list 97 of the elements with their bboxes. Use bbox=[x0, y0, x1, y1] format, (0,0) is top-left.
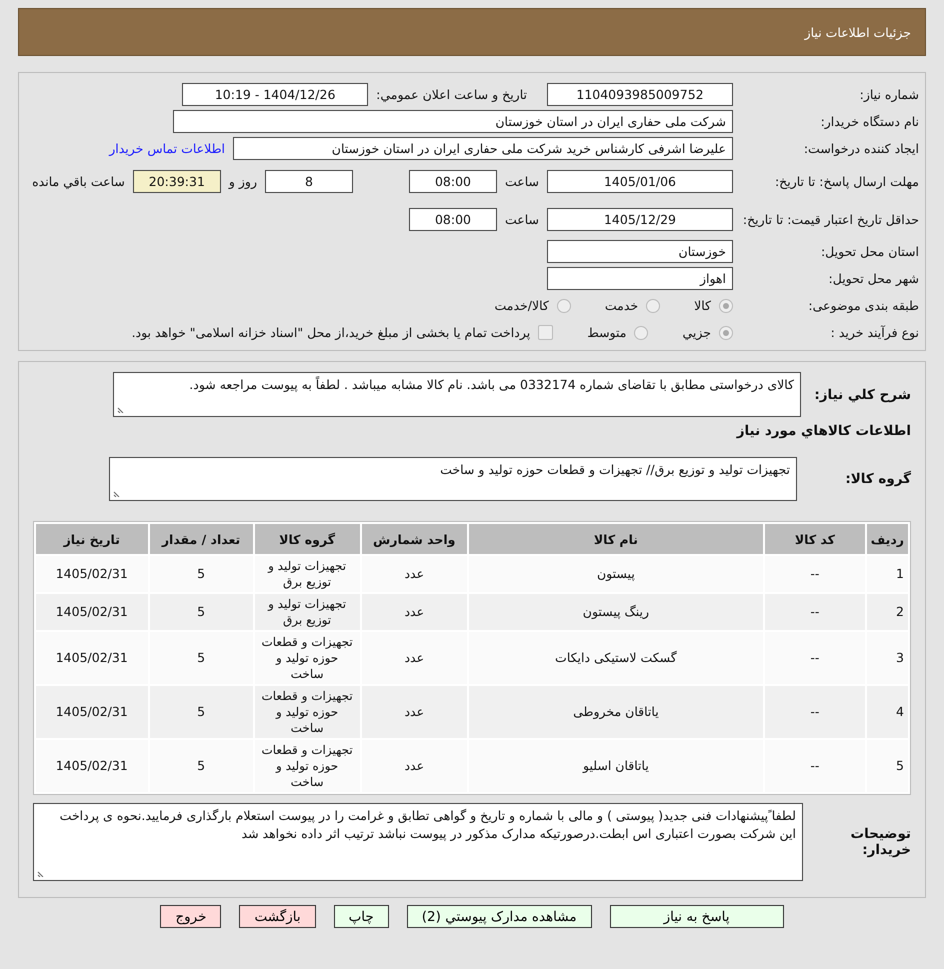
table-cell: -- bbox=[764, 686, 865, 738]
action-button[interactable]: بازگشت bbox=[239, 905, 316, 928]
table-cell: تجهیزات و قطعات حوزه تولید و ساخت bbox=[254, 740, 360, 792]
table-cell: -- bbox=[764, 740, 865, 792]
text-field[interactable]: اهواز bbox=[547, 267, 733, 290]
text-field[interactable]: 1405/12/29 bbox=[547, 208, 733, 230]
field-label: تاریخ و ساعت اعلان عمومي: bbox=[376, 87, 527, 102]
text-field[interactable]: 1405/01/06 bbox=[547, 170, 733, 192]
text-field[interactable]: 8 bbox=[264, 170, 353, 192]
table-cell: تجهیزات و قطعات حوزه تولید و ساخت bbox=[254, 632, 360, 684]
action-button[interactable]: مشاهده مدارک پیوستي (2) bbox=[406, 905, 592, 928]
text-area[interactable]: تجهیزات تولید و توزیع برق// تجهیزات و قطعات حوزه تولید و ساخت bbox=[109, 457, 797, 501]
page-title: جزئیات اطلاعات نیاز bbox=[804, 24, 911, 40]
table-cell: پیستون bbox=[468, 556, 763, 592]
table-cell: 1405/02/31 bbox=[36, 632, 148, 684]
text-area[interactable]: کالای درخواستی مطابق با تقاضای شماره 0332174 می باشد. نام کالا مشابه میباشد . لطفاً به پیوست مراجعه شود. bbox=[113, 372, 801, 417]
text-field[interactable]: شرکت ملی حفاری ایران در استان خوزستان bbox=[173, 110, 733, 133]
column-header: تعداد / مقدار bbox=[150, 524, 253, 554]
field-label: نوع فرآیند خرید : bbox=[830, 325, 919, 340]
countdown-field[interactable]: 20:39:31 bbox=[132, 170, 221, 192]
resize-grip-icon[interactable] bbox=[117, 405, 125, 413]
field-label: نام دستگاه خریدار: bbox=[820, 114, 919, 129]
table-cell: 5 bbox=[150, 556, 253, 592]
field-label: كالا/خدمت bbox=[494, 298, 549, 313]
field-label: روز و bbox=[228, 174, 257, 188]
field-label: شماره نیاز: bbox=[860, 87, 919, 102]
table-cell: تجهیزات و قطعات حوزه تولید و ساخت bbox=[254, 686, 360, 738]
table-cell: 3 bbox=[866, 632, 908, 684]
table-cell: رینگ پیستون bbox=[468, 594, 763, 630]
table-cell: عدد bbox=[362, 556, 467, 592]
table-cell: یاتاقان مخروطی bbox=[468, 686, 763, 738]
table-cell: 2 bbox=[866, 594, 908, 630]
field-label: ساعت bbox=[504, 212, 539, 226]
table-cell: گسکت لاستیکی دایکات bbox=[468, 632, 763, 684]
text-field[interactable]: علیرضا اشرفی کارشناس خرید شرکت ملی حفاری ایران در استان خوزستان bbox=[233, 137, 733, 160]
field-label: پرداخت تمام یا بخشی از مبلغ خرید،از محل "اسناد خزانه اسلامی" خواهد بود. bbox=[132, 325, 530, 340]
table-cell: عدد bbox=[362, 632, 467, 684]
field-label: خدمت bbox=[604, 298, 638, 313]
table-cell: عدد bbox=[362, 594, 467, 630]
field-label: ایجاد کننده درخواست: bbox=[804, 141, 919, 156]
column-header: واحد شمارش bbox=[362, 524, 467, 554]
column-header: گروه کالا bbox=[254, 524, 360, 554]
contact-link[interactable]: اطلاعات تماس خریدار bbox=[109, 141, 225, 156]
text-area[interactable]: لطفا ًپیشنهادات فنی جدید( پیوستی ) و مالی با شماره و تاریخ و گواهی تطابق و غرامت را در پیوست استعلام بارگذاری فرمایید.نحوه ی پرداخت این شرکت بصورت اعتباری اس ابطت.درصورتیکه مدارک مذکور در پیوست نباشد ترتیب اثر داده نخواهد شد bbox=[33, 803, 803, 881]
field-label: مهلت ارسال پاسخ: تا تاریخ: bbox=[774, 174, 919, 188]
action-button[interactable]: خروج bbox=[160, 905, 222, 928]
resize-grip-icon[interactable] bbox=[113, 489, 121, 497]
table-cell: تجهیزات تولید و توزیع برق bbox=[254, 556, 360, 592]
text-field[interactable]: خوزستان bbox=[547, 240, 733, 263]
table-cell: 5 bbox=[150, 594, 253, 630]
table-cell: 5 bbox=[150, 740, 253, 792]
table-cell: 1405/02/31 bbox=[36, 556, 148, 592]
table-cell: عدد bbox=[362, 686, 467, 738]
table-cell: یاتاقان اسلیو bbox=[468, 740, 763, 792]
column-header: ردیف bbox=[866, 524, 908, 554]
action-button[interactable]: چاپ bbox=[334, 905, 389, 928]
text-field[interactable]: 1404/12/26 - 10:19 bbox=[182, 83, 368, 106]
field-label: ساعت bbox=[504, 174, 539, 188]
action-button[interactable]: پاسخ به نیاز bbox=[610, 905, 784, 928]
field-label: جزيي bbox=[682, 325, 711, 340]
table-cell: 1 bbox=[866, 556, 908, 592]
table-cell: 5 bbox=[150, 686, 253, 738]
checkbox[interactable] bbox=[538, 325, 554, 340]
column-header: تاریخ نیاز bbox=[36, 524, 148, 554]
field-label: شهر محل تحویل: bbox=[828, 271, 919, 286]
field-label: حداقل تاریخ اعتبار قیمت: تا تاریخ: bbox=[742, 212, 919, 226]
column-header: کد کالا bbox=[764, 524, 865, 554]
table-cell: -- bbox=[764, 556, 865, 592]
table-cell: 1405/02/31 bbox=[36, 740, 148, 792]
field-label: كالا bbox=[694, 298, 711, 313]
field-label: طبقه بندی موضوعی: bbox=[808, 298, 919, 313]
text-field[interactable]: 08:00 bbox=[408, 208, 497, 230]
field-label: گروه کالا: bbox=[845, 471, 911, 487]
table-cell: عدد bbox=[362, 740, 467, 792]
radio-button[interactable] bbox=[719, 298, 733, 312]
table-cell: 1405/02/31 bbox=[36, 594, 148, 630]
resize-grip-icon[interactable] bbox=[37, 869, 45, 877]
radio-button[interactable] bbox=[646, 298, 660, 312]
table-cell: تجهیزات تولید و توزیع برق bbox=[254, 594, 360, 630]
radio-button[interactable] bbox=[556, 298, 571, 312]
field-label: ساعت باقي مانده bbox=[32, 174, 125, 188]
field-label: متوسط bbox=[587, 325, 626, 340]
field-label: شرح کلي نیاز: bbox=[814, 386, 911, 402]
field-label: استان محل تحویل: bbox=[820, 244, 919, 259]
field-label: توضیحات خریدار: bbox=[850, 826, 911, 858]
column-header: نام کالا bbox=[468, 524, 763, 554]
table-cell: 1405/02/31 bbox=[36, 686, 148, 738]
table-cell: 4 bbox=[866, 686, 908, 738]
table-cell: -- bbox=[764, 594, 865, 630]
text-field[interactable]: 1104093985009752 bbox=[547, 83, 733, 106]
table-cell: 5 bbox=[150, 632, 253, 684]
radio-button[interactable] bbox=[634, 326, 648, 340]
table-cell: -- bbox=[764, 632, 865, 684]
field-label: اطلاعات کالاهاي مورد نیاز bbox=[736, 423, 911, 439]
table-cell: 5 bbox=[866, 740, 908, 792]
text-field[interactable]: 08:00 bbox=[408, 170, 497, 192]
radio-button[interactable] bbox=[719, 326, 733, 340]
